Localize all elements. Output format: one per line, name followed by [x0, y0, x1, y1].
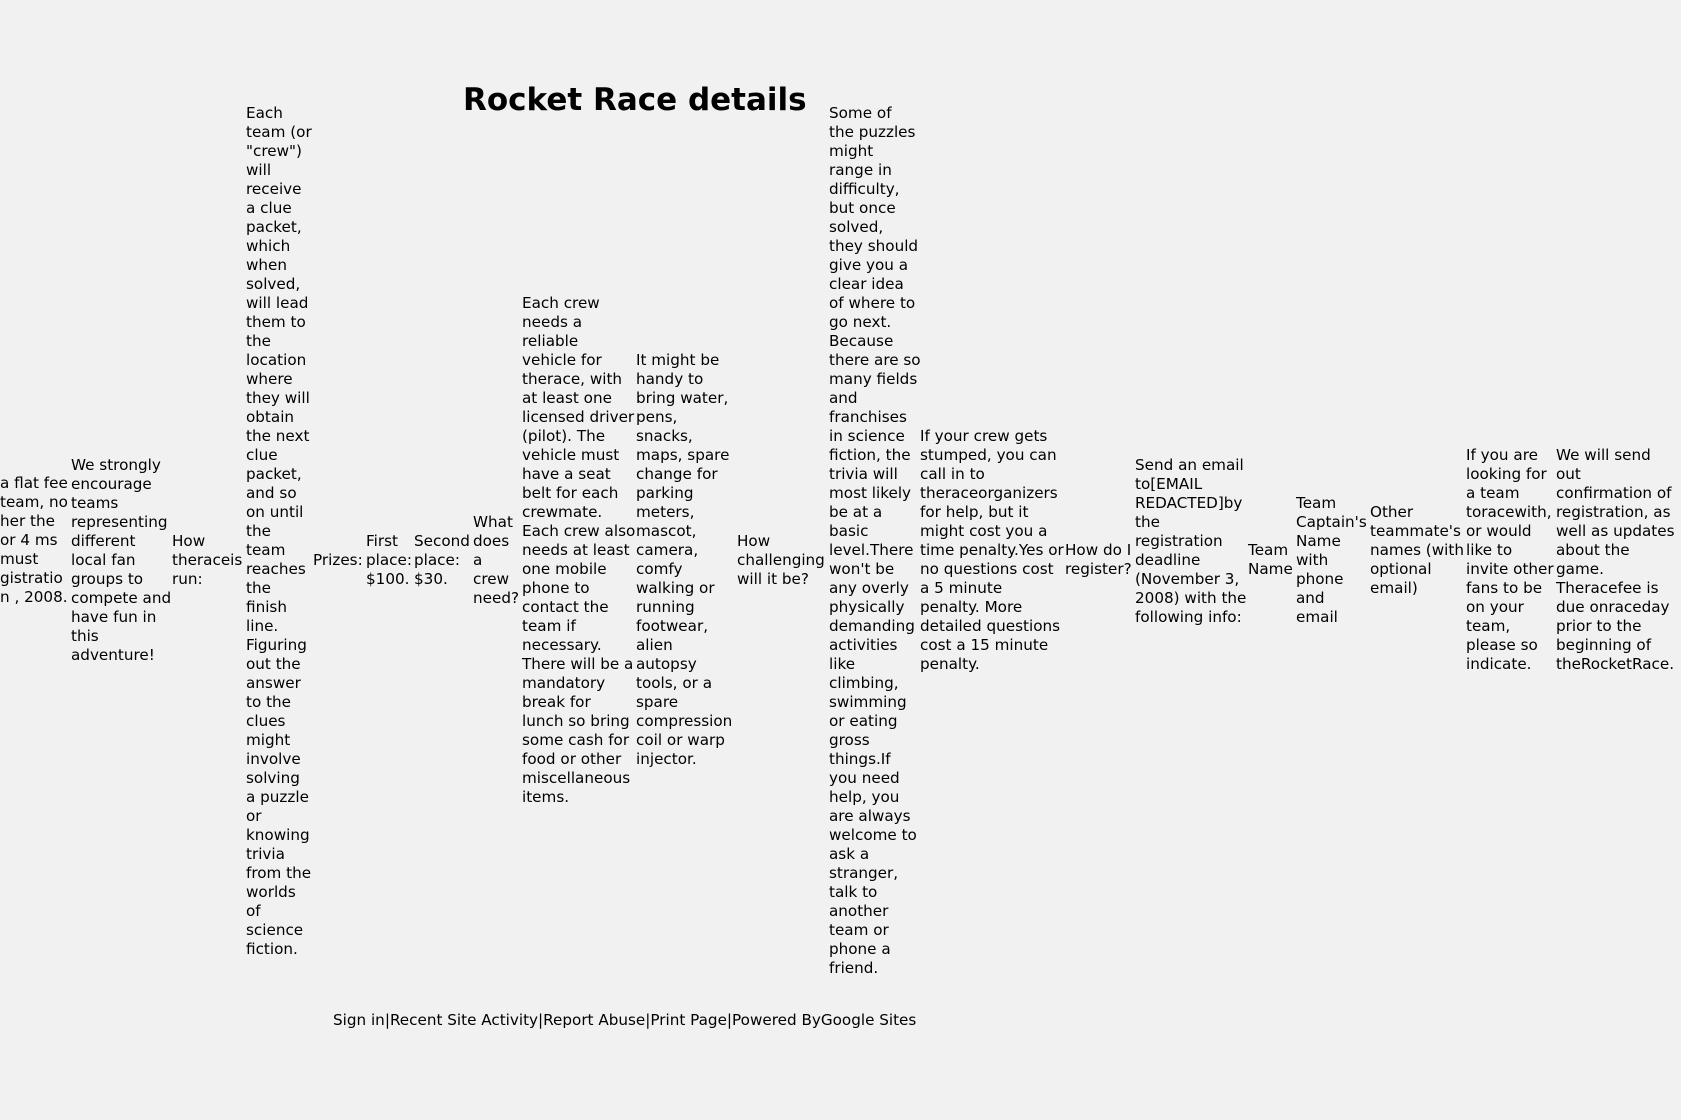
vehicle-text: Each crew needs a reliable vehicle for t…: [522, 294, 636, 806]
team-name-item: Team Name: [1248, 541, 1293, 578]
what-need-heading: What does a crew need?: [473, 513, 520, 607]
print-page-link[interactable]: Print Page: [650, 1011, 727, 1029]
team-captain-item: Team Captain's Name with phone and email: [1296, 494, 1367, 626]
second-place-text: Second place: $30.: [414, 532, 470, 588]
prizes-label: Prizes:: [313, 551, 363, 569]
fee-info-text: a flat fee team, no her the or 4 ms must…: [0, 474, 68, 606]
puzzles-text: Some of the puzzles might range in diffi…: [829, 104, 921, 977]
page-title: Rocket Race details: [463, 82, 807, 118]
footer: Sign in|Recent Site Activity|Report Abus…: [333, 1011, 916, 1030]
how-register-heading: How do I register?: [1065, 541, 1132, 578]
report-abuse-link[interactable]: Report Abuse: [543, 1011, 645, 1029]
confirmation-text: We will send out confirmation of registr…: [1556, 446, 1675, 673]
looking-for-team-text: If you are looking for a team toracewith…: [1466, 446, 1554, 673]
other-teammates-item: Other teammate's names (with optional em…: [1370, 503, 1464, 597]
how-race-run-heading: How theraceis run:: [172, 532, 243, 588]
how-challenging-heading: How challenging will it be?: [737, 532, 825, 588]
sign-in-link[interactable]: Sign in: [333, 1011, 385, 1029]
google-sites-link[interactable]: Google Sites: [821, 1011, 916, 1029]
handy-items-text: It might be handy to bring water, pens, …: [636, 351, 733, 768]
clue-packet-text: Each team (or "crew") will receive a clu…: [246, 104, 312, 958]
send-email-text: Send an email to[EMAIL REDACTED]by the r…: [1135, 456, 1247, 626]
powered-by-label: Powered By: [732, 1011, 821, 1029]
recent-site-activity-link[interactable]: Recent Site Activity: [390, 1011, 538, 1029]
encourage-text: We strongly encourage teams representing…: [71, 456, 172, 664]
first-place-text: First place: $100.: [366, 532, 412, 588]
stumped-text: If your crew gets stumped, you can call …: [920, 427, 1064, 673]
